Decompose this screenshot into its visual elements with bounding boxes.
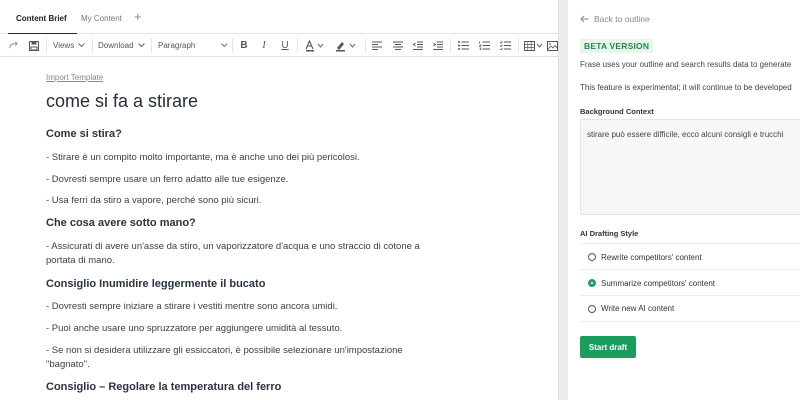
tab-bar: Content Brief My Content + bbox=[0, 0, 558, 35]
redo-icon[interactable] bbox=[4, 34, 22, 57]
experimental-note: This feature is experimental; it will co… bbox=[580, 83, 792, 92]
arrow-left-icon bbox=[580, 15, 589, 23]
drafting-style-label: AI Drafting Style bbox=[580, 229, 639, 238]
paragraph[interactable]: - Dovresti sempre usare un ferro adatto … bbox=[46, 173, 436, 187]
bold-icon[interactable]: B bbox=[236, 34, 252, 57]
option-label: Write new AI content bbox=[601, 304, 675, 313]
bullet-list-icon[interactable] bbox=[455, 34, 471, 57]
paragraph[interactable]: - Se non si desidera utilizzare gli essi… bbox=[46, 344, 436, 372]
pane-resize-handle[interactable] bbox=[558, 0, 568, 400]
import-template-link[interactable]: Import Template bbox=[46, 73, 103, 82]
back-label: Back to outline bbox=[594, 14, 650, 24]
paragraph[interactable]: - Assicurati di avere un'asse da stiro, … bbox=[46, 240, 436, 268]
add-tab-icon[interactable]: + bbox=[134, 10, 142, 24]
highlight-icon[interactable] bbox=[333, 34, 361, 57]
align-left-icon[interactable] bbox=[369, 34, 385, 57]
tab-content-brief[interactable]: Content Brief bbox=[8, 0, 77, 35]
editor-toolbar: Views Download Paragraph B I U bbox=[0, 34, 558, 57]
views-dropdown[interactable]: Views bbox=[53, 34, 86, 57]
editor-pane: Content Brief My Content + Views Downloa… bbox=[0, 0, 558, 400]
toolbar-separator bbox=[297, 38, 298, 53]
option-rewrite[interactable]: Rewrite competitors' content bbox=[580, 243, 800, 270]
toolbar-separator bbox=[450, 38, 451, 53]
ai-draft-panel: Back to outline BETA VERSION Frase uses … bbox=[568, 0, 800, 400]
font-color-icon[interactable] bbox=[303, 34, 329, 57]
radio-button[interactable] bbox=[588, 253, 596, 261]
toolbar-separator bbox=[232, 38, 233, 53]
chevron-down-icon bbox=[78, 43, 86, 48]
paragraph-label: Paragraph bbox=[158, 41, 196, 50]
document-title[interactable]: come si fa a stirare bbox=[46, 91, 198, 112]
table-icon[interactable] bbox=[522, 34, 544, 57]
intro-text: Frase uses your outline and search resul… bbox=[580, 60, 792, 69]
tab-my-content[interactable]: My Content bbox=[81, 0, 122, 34]
download-label: Download bbox=[98, 41, 134, 50]
heading-temperatura[interactable]: Consiglio – Regolare la temperatura del … bbox=[46, 381, 281, 393]
underline-icon[interactable]: U bbox=[277, 34, 293, 57]
start-draft-button[interactable]: Start draft bbox=[580, 336, 636, 358]
background-context-textarea[interactable]: stirare può essere difficile, ecco alcun… bbox=[580, 119, 800, 215]
beta-badge: BETA VERSION bbox=[580, 39, 654, 53]
radio-button-selected[interactable] bbox=[588, 279, 596, 287]
paragraph-dropdown[interactable]: Paragraph bbox=[158, 34, 228, 57]
paragraph[interactable]: - Usa ferri da stiro a vapore, perché so… bbox=[46, 194, 436, 208]
option-summarize[interactable]: Summarize competitors' content bbox=[580, 269, 800, 296]
download-dropdown[interactable]: Download bbox=[98, 34, 145, 57]
option-label: Rewrite competitors' content bbox=[601, 252, 702, 262]
chevron-down-icon bbox=[137, 43, 145, 48]
save-icon[interactable] bbox=[25, 34, 43, 57]
toolbar-separator bbox=[518, 38, 519, 53]
heading-inumidire[interactable]: Consiglio Inumidire leggermente il bucat… bbox=[46, 278, 265, 290]
align-center-icon[interactable] bbox=[390, 34, 406, 57]
chevron-down-icon bbox=[221, 43, 228, 48]
toolbar-separator bbox=[151, 38, 152, 53]
paragraph[interactable]: - Puoi anche usare uno spruzzatore per a… bbox=[46, 322, 436, 336]
outdent-icon[interactable] bbox=[410, 34, 426, 57]
toolbar-separator bbox=[365, 38, 366, 53]
option-write-new[interactable]: Write new AI content bbox=[580, 295, 800, 322]
background-context-label: Background Context bbox=[580, 107, 654, 116]
radio-button[interactable] bbox=[588, 304, 596, 313]
paragraph[interactable]: - Stirare è un compito molto importante,… bbox=[46, 151, 436, 165]
checklist-icon[interactable] bbox=[497, 34, 513, 57]
back-to-outline-link[interactable]: Back to outline bbox=[580, 14, 650, 24]
numbered-list-icon[interactable] bbox=[476, 34, 492, 57]
heading-che-cosa-avere[interactable]: Che cosa avere sotto mano? bbox=[46, 217, 196, 229]
option-label: Summarize competitors' content bbox=[601, 278, 716, 288]
views-label: Views bbox=[53, 41, 75, 50]
image-icon[interactable] bbox=[545, 34, 559, 57]
paragraph[interactable]: - Dovresti sempre iniziare a stirare i v… bbox=[46, 300, 436, 314]
toolbar-separator bbox=[92, 38, 93, 53]
toolbar-separator bbox=[46, 38, 47, 53]
indent-icon[interactable] bbox=[430, 34, 446, 57]
italic-icon[interactable]: I bbox=[256, 34, 272, 57]
heading-come-si-stira[interactable]: Come si stira? bbox=[46, 128, 122, 140]
